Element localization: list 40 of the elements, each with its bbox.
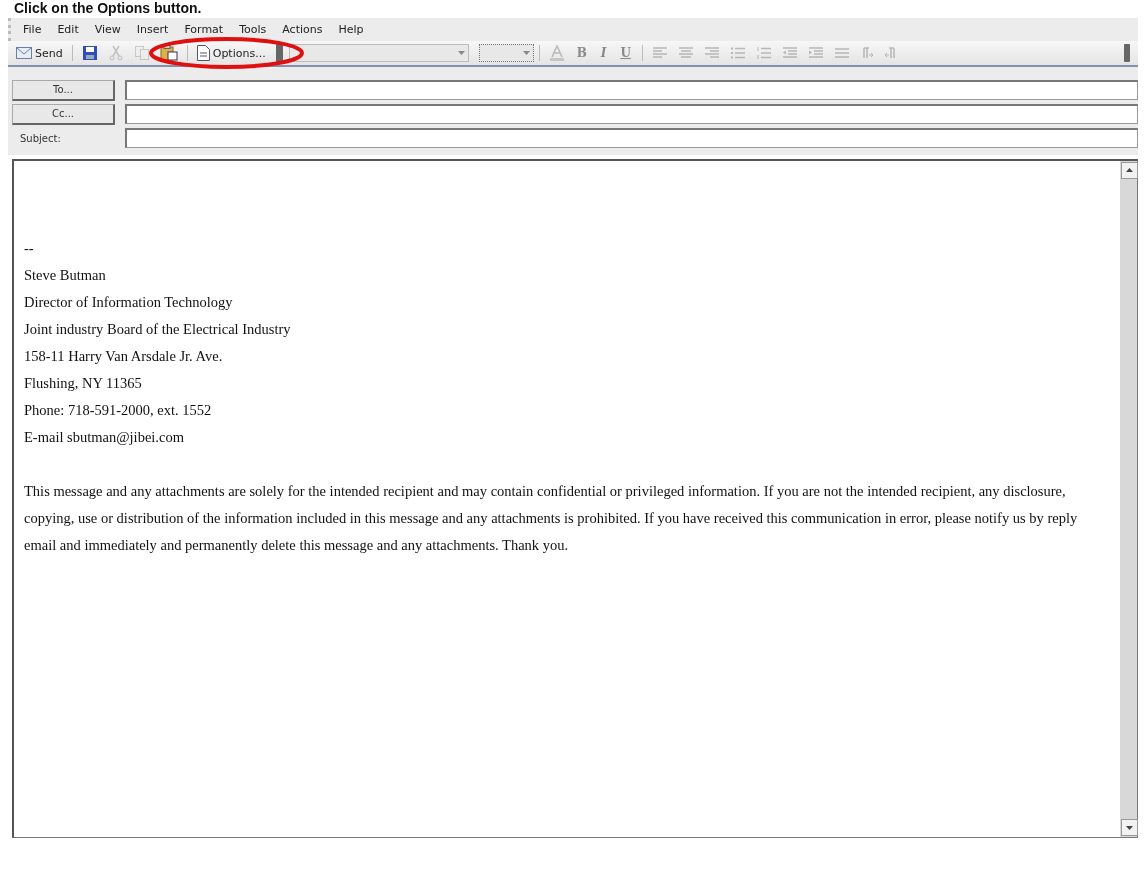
- signature-line: 158-11 Harry Van Arsdale Jr. Ave.: [24, 347, 224, 366]
- address-button[interactable]: To...: [12, 79, 115, 101]
- copy-icon: [133, 45, 150, 61]
- scissors-icon: [107, 45, 124, 61]
- send-button[interactable]: Send: [12, 44, 67, 62]
- font-size-dropdown[interactable]: [478, 44, 534, 62]
- menu-item[interactable]: Tools: [233, 22, 273, 37]
- input-field[interactable]: [125, 104, 1138, 124]
- menu-item[interactable]: Actions: [276, 22, 329, 37]
- menu-item[interactable]: File: [17, 22, 48, 37]
- caret-icon: [522, 51, 530, 55]
- signature-line: Joint industry Board of the Electrical Industry: [24, 320, 292, 339]
- envelope-icon: [16, 47, 32, 59]
- input-field[interactable]: [125, 80, 1138, 100]
- address-button[interactable]: Cc...: [12, 103, 115, 125]
- signature-line: Steve Butman: [24, 266, 107, 285]
- toolbar-grip[interactable]: [275, 44, 283, 62]
- instruction-caption: Click on the Options button.: [14, 0, 202, 16]
- document-icon: [196, 45, 210, 61]
- caret-icon: [457, 51, 465, 55]
- input-field[interactable]: [125, 128, 1138, 148]
- signature-line: Director of Information Technology: [24, 293, 234, 312]
- scroll-down-icon[interactable]: [1121, 819, 1138, 836]
- signature-line: --: [24, 239, 35, 258]
- clipboard-icon: [159, 45, 178, 61]
- signature-line: Flushing, NY 11365: [24, 374, 143, 393]
- menu-item[interactable]: Insert: [130, 22, 175, 37]
- signature-line: E-mail sbutman@jibei.com: [24, 428, 185, 447]
- field-label: Subject:: [19, 132, 62, 144]
- scroll-up-icon[interactable]: [1121, 162, 1138, 179]
- scrollbar[interactable]: [1120, 161, 1137, 837]
- toolbar-grip[interactable]: [1124, 44, 1130, 62]
- disclaimer-paragraph: This message and any attachments are solely for the intended recipient and may contain confidential or privileged information. If you are not the intended recipient, any disclosure, copying, use or distribution of the information included in this message and any attachments is prohibited. If you have received this communication in error, please notify us by reply email and immediately and permanently delete this message and any attachments. Thank you.: [24, 482, 1079, 555]
- menu-item[interactable]: View: [88, 22, 127, 37]
- signature-line: Phone: 718-591-2000, ext. 1552: [24, 401, 213, 420]
- font-name-dropdown[interactable]: [288, 44, 469, 62]
- options-button[interactable]: Options...: [192, 43, 270, 63]
- menu-item[interactable]: Format: [178, 22, 230, 37]
- menu-item[interactable]: Edit: [51, 22, 85, 37]
- menu-item[interactable]: Help: [332, 22, 370, 37]
